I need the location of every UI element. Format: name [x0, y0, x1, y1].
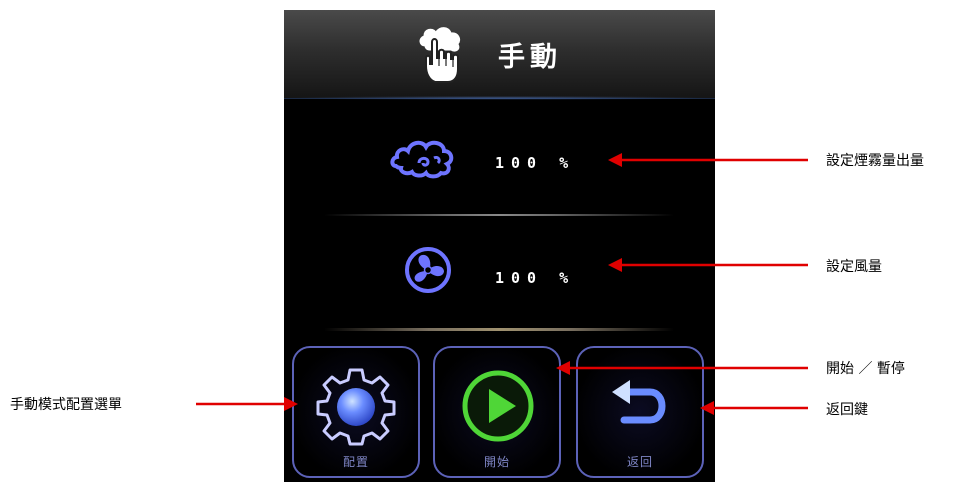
annotation-back-key: 返回鍵 — [826, 402, 868, 418]
annotation-config-menu: 手動模式配置選單 — [10, 397, 122, 413]
annotation-start-pause: 開始 ／ 暫停 — [826, 361, 905, 377]
annotation-air-volume: 設定風量 — [826, 259, 882, 275]
annotation-smoke-output: 設定煙霧量出量 — [826, 153, 924, 169]
